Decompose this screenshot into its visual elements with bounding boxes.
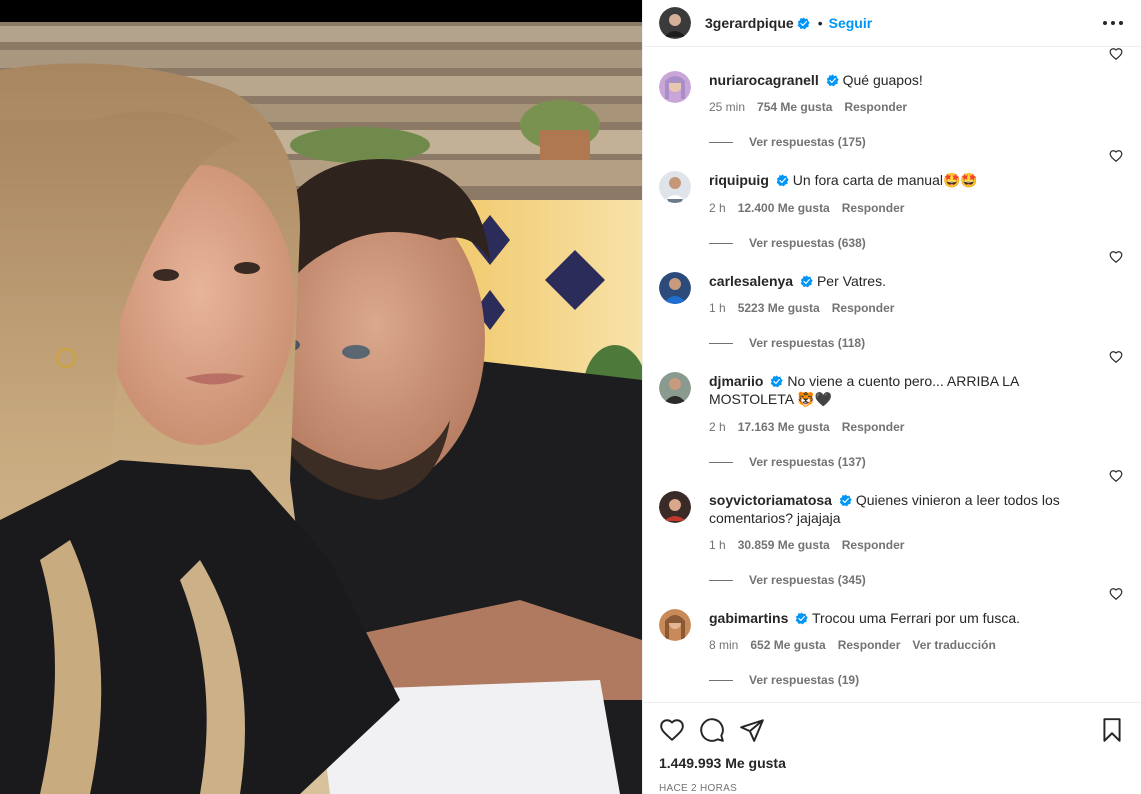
view-replies-label: Ver respuestas (175) bbox=[749, 135, 866, 149]
heart-icon[interactable] bbox=[659, 717, 685, 743]
replies-divider bbox=[709, 342, 733, 344]
comment-time: 8 min bbox=[709, 638, 739, 652]
comment-text: Un fora carta de manual bbox=[792, 172, 943, 188]
comment-item: nuriarocagranell Qué guapos! 25 min 754 … bbox=[659, 47, 1125, 149]
comment-username[interactable]: gabimartins bbox=[709, 610, 788, 626]
replies-divider bbox=[709, 679, 733, 681]
view-replies-button[interactable]: Ver respuestas (19) bbox=[709, 673, 1125, 687]
instagram-post: 3gerardpique • Seguir nuriarocagranell Q… bbox=[0, 0, 1141, 794]
verified-badge-icon bbox=[776, 173, 789, 187]
comment-like-heart-icon[interactable] bbox=[1109, 250, 1123, 264]
replies-divider bbox=[709, 461, 733, 463]
verified-badge-icon bbox=[839, 493, 852, 507]
comment-text: Qué guapos! bbox=[842, 72, 923, 88]
header-separator: • bbox=[817, 15, 823, 31]
comment-item: soyvictoriamatosa Quienes vinieron a lee… bbox=[659, 469, 1125, 587]
view-replies-label: Ver respuestas (137) bbox=[749, 455, 866, 469]
comment-item: riquipuig Un fora carta de manual🤩🤩 2 h … bbox=[659, 149, 1125, 250]
comment-likes[interactable]: 17.163 Me gusta bbox=[738, 418, 830, 436]
comment-avatar[interactable] bbox=[659, 71, 691, 103]
comment-like-heart-icon[interactable] bbox=[1109, 587, 1123, 601]
action-icons-row bbox=[659, 717, 1125, 743]
comment-time: 1 h bbox=[709, 538, 726, 552]
comment-item: gabimartins Trocou uma Ferrari por um fu… bbox=[659, 587, 1125, 687]
author-avatar[interactable] bbox=[659, 7, 691, 39]
post-photo[interactable] bbox=[0, 0, 642, 794]
comment-emoji: 🐯🖤 bbox=[797, 392, 833, 408]
post-header: 3gerardpique • Seguir bbox=[643, 0, 1141, 47]
view-replies-button[interactable]: Ver respuestas (118) bbox=[709, 336, 1125, 350]
reply-button[interactable]: Responder bbox=[838, 636, 901, 654]
post-side-panel: 3gerardpique • Seguir nuriarocagranell Q… bbox=[642, 0, 1141, 794]
comment-avatar[interactable] bbox=[659, 171, 691, 203]
verified-badge-icon bbox=[795, 611, 809, 625]
view-replies-label: Ver respuestas (118) bbox=[749, 336, 866, 350]
more-options-icon[interactable] bbox=[1101, 11, 1125, 35]
bookmark-icon[interactable] bbox=[1099, 717, 1125, 743]
verified-badge-icon bbox=[797, 16, 810, 30]
comment-username[interactable]: riquipuig bbox=[709, 172, 769, 188]
likes-number: 1.449.993 bbox=[659, 755, 722, 771]
likes-label: Me gusta bbox=[725, 755, 786, 771]
verified-badge-icon bbox=[770, 374, 784, 388]
comment-time: 1 h bbox=[709, 301, 726, 315]
see-translation-button[interactable]: Ver traducción bbox=[912, 636, 995, 654]
view-replies-button[interactable]: Ver respuestas (175) bbox=[709, 135, 1125, 149]
reply-button[interactable]: Responder bbox=[832, 299, 895, 317]
post-actions: 1.449.993 Me gusta HACE 2 HORAS bbox=[643, 702, 1141, 794]
comment-likes[interactable]: 30.859 Me gusta bbox=[738, 536, 830, 554]
view-replies-label: Ver respuestas (345) bbox=[749, 573, 866, 587]
comments-list[interactable]: nuriarocagranell Qué guapos! 25 min 754 … bbox=[643, 47, 1141, 702]
view-replies-label: Ver respuestas (638) bbox=[749, 236, 866, 250]
comment-likes[interactable]: 12.400 Me gusta bbox=[738, 199, 830, 217]
reply-button[interactable]: Responder bbox=[842, 199, 905, 217]
comment-avatar[interactable] bbox=[659, 272, 691, 304]
comment-like-heart-icon[interactable] bbox=[1109, 469, 1123, 483]
comment-icon[interactable] bbox=[699, 717, 725, 743]
replies-divider bbox=[709, 579, 733, 581]
comment-item: djmariio No viene a cuento pero... ARRIB… bbox=[659, 350, 1125, 469]
comment-avatar[interactable] bbox=[659, 609, 691, 641]
likes-count[interactable]: 1.449.993 Me gusta bbox=[659, 755, 1125, 771]
replies-divider bbox=[709, 242, 733, 244]
verified-badge-icon bbox=[826, 73, 839, 87]
comment-time: 2 h bbox=[709, 201, 726, 215]
verified-badge-icon bbox=[800, 274, 813, 288]
reply-button[interactable]: Responder bbox=[842, 418, 905, 436]
view-replies-label: Ver respuestas (19) bbox=[749, 673, 860, 687]
comment-avatar[interactable] bbox=[659, 372, 691, 404]
comment-like-heart-icon[interactable] bbox=[1109, 47, 1123, 61]
author-username[interactable]: 3gerardpique bbox=[705, 15, 794, 31]
reply-button[interactable]: Responder bbox=[844, 98, 907, 116]
view-replies-button[interactable]: Ver respuestas (638) bbox=[709, 236, 1125, 250]
view-replies-button[interactable]: Ver respuestas (137) bbox=[709, 455, 1125, 469]
comment-like-heart-icon[interactable] bbox=[1109, 350, 1123, 364]
replies-divider bbox=[709, 141, 733, 143]
comment-likes[interactable]: 652 Me gusta bbox=[750, 636, 825, 654]
comment-likes[interactable]: 5223 Me gusta bbox=[738, 299, 820, 317]
comment-emoji: 🤩🤩 bbox=[942, 173, 978, 189]
post-timestamp: HACE 2 HORAS bbox=[659, 783, 738, 794]
comment-username[interactable]: djmariio bbox=[709, 373, 763, 389]
comment-item: carlesalenya Per Vatres. 1 h 5223 Me gus… bbox=[659, 250, 1125, 350]
comment-text: Trocou uma Ferrari por um fusca. bbox=[812, 610, 1020, 626]
comment-like-heart-icon[interactable] bbox=[1109, 149, 1123, 163]
comment-username[interactable]: soyvictoriamatosa bbox=[709, 492, 832, 508]
follow-button[interactable]: Seguir bbox=[829, 15, 873, 31]
comment-text: Per Vatres. bbox=[816, 273, 886, 289]
comment-username[interactable]: carlesalenya bbox=[709, 273, 793, 289]
comment-likes[interactable]: 754 Me gusta bbox=[757, 98, 832, 116]
comment-time: 2 h bbox=[709, 420, 726, 434]
reply-button[interactable]: Responder bbox=[842, 536, 905, 554]
view-replies-button[interactable]: Ver respuestas (345) bbox=[709, 573, 1125, 587]
comment-time: 25 min bbox=[709, 100, 746, 114]
share-icon[interactable] bbox=[739, 717, 765, 743]
comment-avatar[interactable] bbox=[659, 491, 691, 523]
post-photo-image bbox=[0, 0, 642, 794]
comment-username[interactable]: nuriarocagranell bbox=[709, 72, 819, 88]
